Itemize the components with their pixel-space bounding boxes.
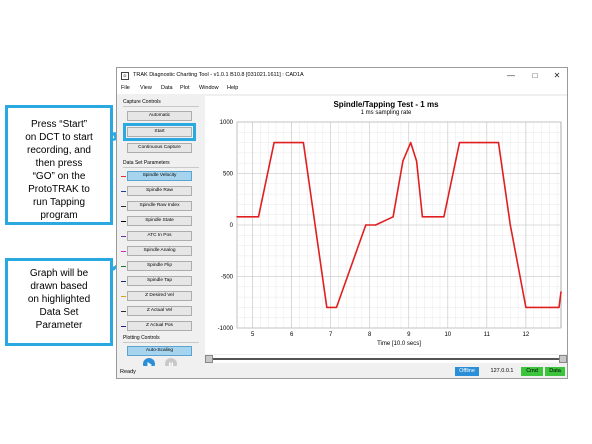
app-window: D TRAK Diagnostic Charting Tool - v1.0.1… <box>116 67 568 379</box>
y-tick-label: -1000 <box>218 326 234 332</box>
parameter-spindle-velocity-button[interactable]: Spindle Velocity <box>127 171 192 181</box>
continuous-capture-button[interactable]: Continuous Capture <box>127 143 192 153</box>
y-tick-label: 1000 <box>220 120 234 126</box>
parameter-z-actual-pos-button[interactable]: Z Actual Pos <box>127 321 192 331</box>
menu-window[interactable]: Window <box>199 85 219 91</box>
data-point <box>335 306 338 309</box>
start-button[interactable]: Start <box>123 123 196 141</box>
parameter-spindle-state-button[interactable]: Spindle State <box>127 216 192 226</box>
y-tick-label: 0 <box>230 223 234 229</box>
parameter-color-swatch <box>121 311 126 312</box>
parameter-color-swatch <box>121 176 126 177</box>
divider <box>123 342 199 343</box>
chart-svg: 5 6 7 8 9 10 11 12 1000 500 0 -500 -1000 Time [10.0 s… <box>218 120 562 347</box>
data-point <box>497 141 500 144</box>
parameter-color-swatch <box>121 191 126 192</box>
data-point <box>257 216 260 218</box>
parameter-color-swatch <box>121 221 126 222</box>
scroll-thumb-left[interactable] <box>205 355 213 363</box>
data-point <box>421 216 424 218</box>
divider <box>123 106 199 107</box>
parameter-color-swatch <box>121 326 126 327</box>
x-tick-label: 6 <box>290 332 294 338</box>
y-tick-label: 500 <box>223 172 234 178</box>
x-tick-label: 8 <box>368 332 372 338</box>
scroll-track[interactable] <box>209 358 561 360</box>
parameter-color-swatch <box>121 296 126 297</box>
parameter-color-swatch <box>121 236 126 237</box>
menu-bar: File View Data Plot Window Help <box>117 84 567 94</box>
app-icon: D <box>121 72 129 80</box>
offline-badge: Offline <box>455 367 479 376</box>
data-point <box>433 216 435 218</box>
data-point <box>509 224 511 226</box>
automatic-button[interactable]: Automatic <box>127 111 192 121</box>
parameter-spindle-raw-button[interactable]: Spindle Raw <box>127 186 192 196</box>
parameter-color-swatch <box>121 251 126 252</box>
y-tick-label: -500 <box>221 275 234 281</box>
title-bar: D TRAK Diagnostic Charting Tool - v1.0.1… <box>117 68 567 84</box>
scroll-thumb-right[interactable] <box>559 355 567 363</box>
data-point <box>534 306 537 309</box>
menu-data[interactable]: Data <box>161 85 173 91</box>
menu-file[interactable]: File <box>121 85 130 91</box>
minimize-icon[interactable]: — <box>503 70 519 82</box>
x-tick-label: 11 <box>484 332 491 338</box>
data-point <box>478 141 480 144</box>
parameter-z-actual-vel-button[interactable]: Z Actual Vel <box>127 306 192 316</box>
cmd-badge: Cmd <box>521 367 543 376</box>
x-axis-label: Time [10.0 secs] <box>377 341 421 347</box>
data-point <box>365 224 367 226</box>
x-tick-label: 10 <box>444 332 451 338</box>
data-point <box>443 216 445 218</box>
left-panel: Capture Controls Automatic Start Continu… <box>119 96 203 370</box>
data-point <box>302 141 305 144</box>
x-tick-label: 9 <box>407 332 411 338</box>
plotting-controls-label: Plotting Controls <box>123 335 160 341</box>
parameter-spindle-analog-button[interactable]: Spindle Analog <box>127 246 192 256</box>
parameter-color-swatch <box>121 206 126 207</box>
capture-controls-label: Capture Controls <box>123 99 161 105</box>
data-set-parameters-label: Data Set Parameters <box>123 160 170 166</box>
window-title: TRAK Diagnostic Charting Tool - v1.0.1 B… <box>133 72 304 78</box>
parameter-spindle-tap-button[interactable]: Spindle Tap <box>127 276 192 286</box>
chart-area: Spindle/Tapping Test - 1 ms 1 ms samplin… <box>205 96 567 354</box>
data-point <box>326 306 328 309</box>
parameter-spindle-flip-button[interactable]: Spindle Flip <box>127 261 192 271</box>
data-badge: Data <box>545 367 565 376</box>
data-point <box>273 141 275 144</box>
data-point <box>560 291 562 293</box>
maximize-icon[interactable]: □ <box>527 70 543 82</box>
horizontal-scrollbar[interactable] <box>205 355 567 363</box>
ip-address: 127.0.0.1 <box>490 368 514 374</box>
status-ready: Ready <box>120 369 136 375</box>
menu-plot[interactable]: Plot <box>180 85 189 91</box>
data-point <box>392 216 394 218</box>
data-point <box>525 306 527 309</box>
data-point <box>236 216 238 218</box>
slide: Press “Start” on DCT to start recording,… <box>0 0 592 444</box>
parameter-z-desired-vel-button[interactable]: Z Desired Vel <box>127 291 192 301</box>
x-tick-label: 12 <box>523 332 530 338</box>
x-tick-label: 7 <box>329 332 333 338</box>
menu-view[interactable]: View <box>140 85 152 91</box>
data-point <box>458 141 461 144</box>
divider <box>123 167 199 168</box>
parameter-spindle-raw-index-button[interactable]: Spindle Raw Index <box>127 201 192 211</box>
data-point <box>251 216 254 218</box>
menu-help[interactable]: Help <box>227 85 238 91</box>
parameter-color-swatch <box>121 281 126 282</box>
data-point <box>558 306 560 309</box>
status-bar: Ready Offline 127.0.0.1 Cmd Data <box>117 366 567 378</box>
auto-scaling-button[interactable]: Auto-Scaling <box>127 346 192 356</box>
x-tick-label: 5 <box>251 332 255 338</box>
parameter-color-swatch <box>121 266 126 267</box>
close-icon[interactable]: ✕ <box>549 70 565 82</box>
data-point <box>402 160 404 162</box>
parameter-atc-in-pos-button[interactable]: ATC In Pos <box>127 231 192 241</box>
data-point <box>410 141 412 144</box>
data-point <box>415 160 418 162</box>
data-point <box>374 224 377 226</box>
